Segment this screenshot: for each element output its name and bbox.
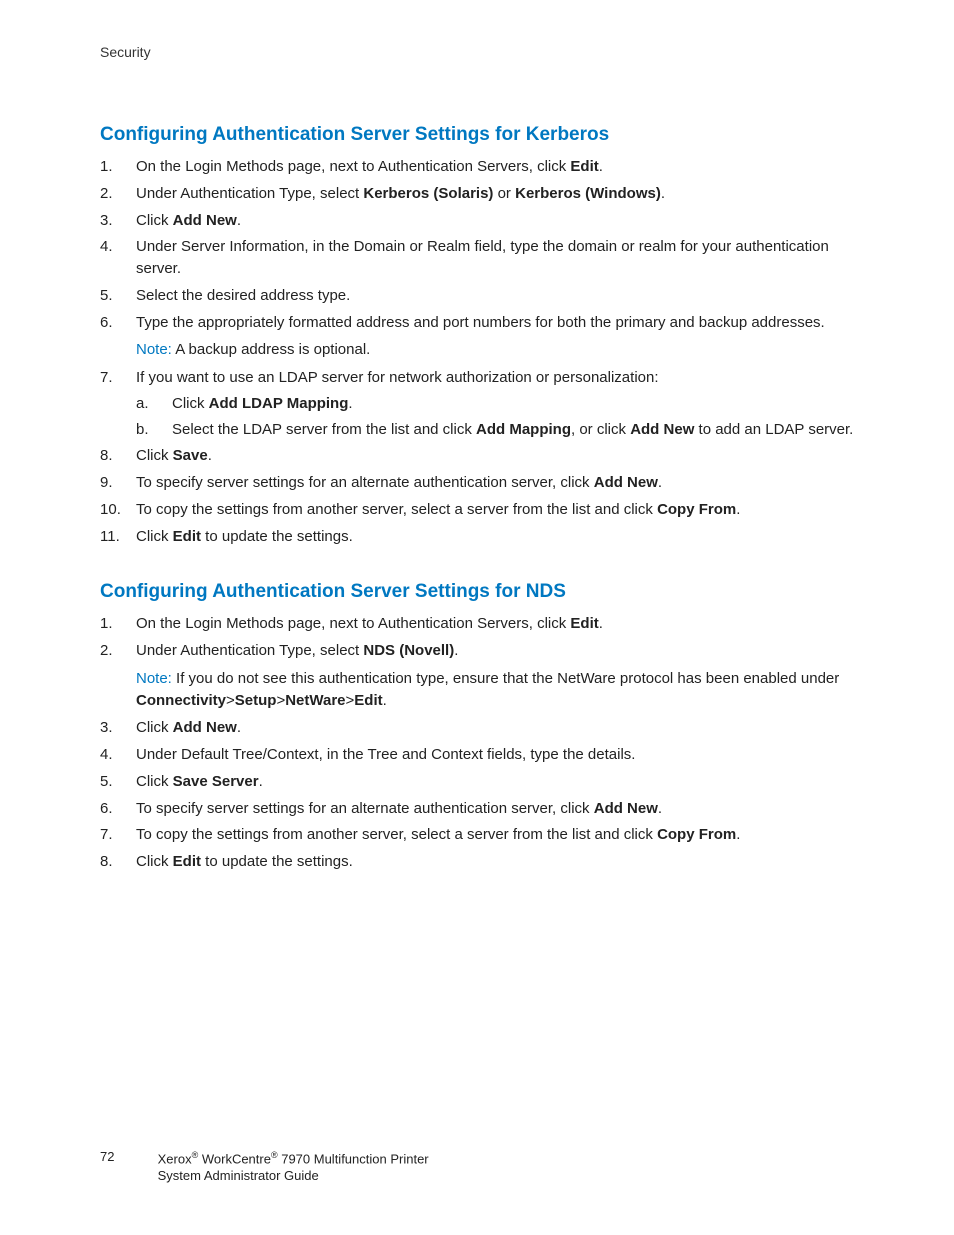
bold-term: Save: [173, 447, 208, 464]
bold-term: Save Server: [173, 773, 259, 790]
bold-term: Add LDAP Mapping: [209, 395, 349, 412]
step-item: To copy the settings from another server…: [100, 824, 854, 846]
substep-list: Click Add LDAP Mapping. Select the LDAP s…: [136, 393, 854, 441]
bold-term: Copy From: [657, 501, 736, 518]
page: Security Configuring Authentication Serv…: [0, 0, 954, 1235]
step-item: Click Add New.: [100, 210, 854, 232]
bold-term: Edit: [570, 158, 598, 175]
footer-text: Xerox® WorkCentre® 7970 Multifunction Pr…: [158, 1149, 429, 1185]
registered-icon: ®: [271, 1150, 278, 1160]
bold-term: Add New: [173, 719, 237, 736]
step-item: To copy the settings from another server…: [100, 499, 854, 521]
bold-term: Copy From: [657, 826, 736, 843]
bold-term: Edit: [173, 528, 201, 545]
section-heading: Configuring Authentication Server Settin…: [100, 124, 854, 146]
step-item: Click Save.: [100, 445, 854, 467]
step-item: On the Login Methods page, next to Authe…: [100, 156, 854, 178]
bold-term: Kerberos (Solaris): [363, 185, 493, 202]
section: Configuring Authentication Server Settin…: [100, 581, 854, 873]
step-item: Under Authentication Type, select NDS (N…: [100, 640, 854, 711]
step-item: Click Add New.: [100, 717, 854, 739]
footer-brand-2: WorkCentre: [198, 1151, 271, 1166]
footer-product: 7970 Multifunction Printer: [278, 1151, 429, 1166]
bold-term: Setup: [235, 692, 277, 709]
bold-term: Edit: [570, 615, 598, 632]
step-item: To specify server settings for an altern…: [100, 798, 854, 820]
step-item: Type the appropriately formatted address…: [100, 312, 854, 362]
bold-term: Add New: [173, 212, 237, 229]
content: Configuring Authentication Server Settin…: [100, 124, 854, 873]
bold-term: Edit: [354, 692, 382, 709]
substep-item: Click Add LDAP Mapping.: [136, 393, 854, 415]
note: Note: A backup address is optional.: [136, 339, 854, 361]
step-item: If you want to use an LDAP server for ne…: [100, 367, 854, 440]
running-header: Security: [100, 44, 854, 60]
footer-subtitle: System Administrator Guide: [158, 1168, 319, 1183]
step-item: Click Edit to update the settings.: [100, 526, 854, 548]
step-item: Click Edit to update the settings.: [100, 851, 854, 873]
step-item: Under Default Tree/Context, in the Tree …: [100, 744, 854, 766]
note: Note: If you do not see this authenticat…: [136, 668, 854, 712]
step-item: On the Login Methods page, next to Authe…: [100, 613, 854, 635]
bold-term: Connectivity: [136, 692, 226, 709]
bold-term: Add New: [594, 800, 658, 817]
step-item: Under Server Information, in the Domain …: [100, 236, 854, 280]
substep-item: Select the LDAP server from the list and…: [136, 419, 854, 441]
step-item: Select the desired address type.: [100, 285, 854, 307]
note-label: Note:: [136, 670, 172, 687]
section-heading: Configuring Authentication Server Settin…: [100, 581, 854, 603]
step-list: On the Login Methods page, next to Authe…: [100, 156, 854, 547]
bold-term: NetWare: [285, 692, 345, 709]
footer-brand-1: Xerox: [158, 1151, 192, 1166]
step-item: Under Authentication Type, select Kerber…: [100, 183, 854, 205]
bold-term: Add New: [594, 474, 658, 491]
bold-term: Add Mapping: [476, 421, 571, 438]
bold-term: NDS (Novell): [363, 642, 454, 659]
bold-term: Add New: [630, 421, 694, 438]
section: Configuring Authentication Server Settin…: [100, 124, 854, 547]
footer: 72 Xerox® WorkCentre® 7970 Multifunction…: [100, 1149, 854, 1185]
page-number: 72: [100, 1149, 154, 1164]
step-item: To specify server settings for an altern…: [100, 472, 854, 494]
bold-term: Kerberos (Windows): [515, 185, 661, 202]
bold-term: Edit: [173, 853, 201, 870]
note-label: Note:: [136, 341, 172, 358]
step-item: Click Save Server.: [100, 771, 854, 793]
step-list: On the Login Methods page, next to Authe…: [100, 613, 854, 873]
